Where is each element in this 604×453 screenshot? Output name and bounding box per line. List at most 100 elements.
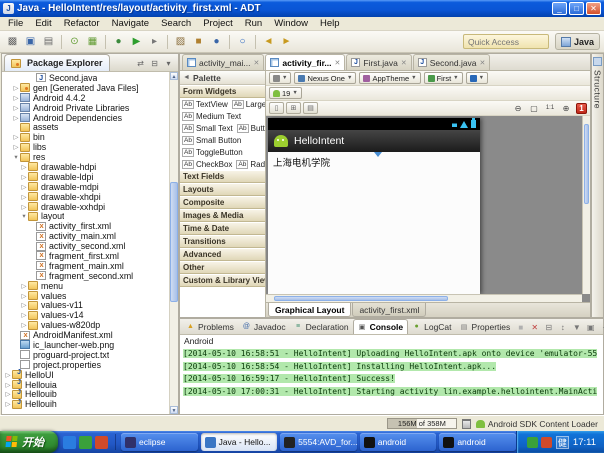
expand-arrow-icon[interactable]: ▷ <box>20 163 28 171</box>
canvas-vertical-scrollbar[interactable] <box>582 116 590 294</box>
android-sdk-manager-icon[interactable]: ⊙ <box>66 33 83 50</box>
zoom-in-icon[interactable]: ⊕ <box>559 102 573 114</box>
tree-item-hellouia[interactable]: ▷Hellouia <box>2 379 168 390</box>
scrollbar-thumb[interactable] <box>584 124 589 205</box>
pin-console-icon[interactable]: ▼ <box>570 321 583 333</box>
view-menu-icon[interactable]: ▾ <box>162 57 175 69</box>
palette-category-text-fields[interactable]: Text Fields <box>180 170 265 183</box>
tree-item-fragment-first-xml[interactable]: fragment_first.xml <box>2 250 168 261</box>
palette-header[interactable]: ◄ Palette <box>180 71 265 85</box>
expand-arrow-icon[interactable]: ▷ <box>20 311 28 319</box>
tree-item-second-java[interactable]: Second.java <box>2 73 168 83</box>
close-tab-icon[interactable]: ✕ <box>254 59 260 67</box>
theme-dropdown[interactable]: AppTheme ▼ <box>359 72 421 84</box>
tree-item-drawable-ldpi[interactable]: ▷ drawable-ldpi <box>2 172 168 182</box>
close-button[interactable]: ✕ <box>586 2 601 15</box>
expand-arrow-icon[interactable]: ▷ <box>12 143 20 151</box>
palette-item-textview[interactable]: Ab TextView <box>182 99 228 109</box>
palette-item-radiobutton[interactable]: AbRadioButton <box>236 159 265 169</box>
activity-dropdown[interactable]: First ▼ <box>423 72 463 84</box>
palette-category-time-date[interactable]: Time & Date <box>180 222 265 235</box>
expand-arrow-icon[interactable]: ▷ <box>20 282 28 290</box>
tree-item-project-properties[interactable]: project.properties <box>2 360 168 370</box>
avd-manager-icon[interactable]: ▦ <box>84 33 101 50</box>
tree-item-android-private-libraries[interactable]: ▷ Android Private Libraries <box>2 103 168 113</box>
menu-help[interactable]: Help <box>314 18 346 29</box>
tree-item-android-dependencies[interactable]: ▷ Android Dependencies <box>2 113 168 123</box>
package-explorer-scrollbar[interactable]: ▲ ▼ <box>169 72 178 414</box>
palette-category-custom-library-views[interactable]: Custom & Library Views <box>180 274 265 287</box>
scroll-up-icon[interactable]: ▲ <box>170 72 178 80</box>
antivirus-tray-icon[interactable] <box>540 436 552 448</box>
collapse-arrow-icon[interactable]: ▾ <box>12 153 20 161</box>
zoom-actual-icon[interactable]: 1:1 <box>543 102 557 114</box>
tree-item-activity-main-xml[interactable]: activity_main.xml <box>2 231 168 241</box>
menu-run[interactable]: Run <box>239 18 268 29</box>
console-output[interactable]: [2014-05-10 16:58:51 - HelloIntent] Uplo… <box>180 347 603 414</box>
terminate-icon[interactable]: ■ <box>514 321 527 333</box>
mode-tab-activity-first-xml[interactable]: activity_first.xml <box>352 303 427 317</box>
tree-item-android-4-4-2[interactable]: ▷ Android 4.4.2 <box>2 93 168 103</box>
editor-tab-activity-mai[interactable]: activity_mai... ✕ <box>182 54 265 70</box>
debug-icon[interactable]: ● <box>110 33 127 50</box>
package-explorer-tab[interactable]: Package Explorer <box>4 54 110 71</box>
design-surface[interactable]: HelloIntent 上海电机学院 <box>266 116 590 302</box>
tree-item-helloui[interactable]: ▷HelloUI <box>2 369 168 380</box>
view-tab-console[interactable]: ▣ Console <box>352 319 409 334</box>
expand-arrow-icon[interactable]: ▷ <box>4 390 12 398</box>
zoom-out-icon[interactable]: ⊖ <box>511 102 525 114</box>
run-icon[interactable]: ▶ <box>128 33 145 50</box>
device-dropdown[interactable]: Nexus One ▼ <box>294 72 357 84</box>
menu-window[interactable]: Window <box>268 18 314 29</box>
editor-tab-first-java[interactable]: J First.java ✕ <box>346 54 412 70</box>
scroll-lock-icon[interactable]: ↕ <box>556 321 569 333</box>
taskbar-button-5554-avd-for[interactable]: 5554:AVD_for... <box>280 433 357 451</box>
view-tab-problems[interactable]: ▲ Problems <box>182 319 238 334</box>
selection-handle-icon[interactable] <box>374 152 382 157</box>
window-titlebar[interactable]: J Java - HelloIntent/res/layout/activity… <box>0 0 604 17</box>
palette-category-composite[interactable]: Composite <box>180 196 265 209</box>
quick-access-input[interactable] <box>462 34 549 49</box>
maximize-button[interactable]: □ <box>569 2 584 15</box>
expand-arrow-icon[interactable]: ▷ <box>20 203 28 211</box>
tree-item-proguard-project-txt[interactable]: proguard-project.txt <box>2 350 168 360</box>
tree-item-ic-launcher-web-png[interactable]: ic_launcher-web.png <box>2 340 168 350</box>
close-tab-icon[interactable]: ✕ <box>401 59 407 67</box>
search-icon[interactable]: ○ <box>234 33 251 50</box>
tree-item-bin[interactable]: ▷ bin <box>2 132 168 142</box>
tree-item-drawable-mdpi[interactable]: ▷ drawable-mdpi <box>2 182 168 192</box>
tree-item-hellouih[interactable]: ▷Hellouih <box>2 399 168 410</box>
media-player-icon[interactable] <box>95 435 108 449</box>
palette-item-medium-text[interactable]: Ab Medium Text <box>182 111 241 121</box>
tree-item-menu[interactable]: ▷ menu <box>2 281 168 291</box>
tree-item-libs[interactable]: ▷ libs <box>2 142 168 152</box>
tree-item-androidmanifest-xml[interactable]: AndroidManifest.xml <box>2 330 168 340</box>
tree-item-layout[interactable]: ▾ layout <box>2 211 168 221</box>
network-tray-icon[interactable] <box>526 436 538 448</box>
taskbar-clock[interactable]: 17:11 <box>573 437 596 448</box>
tree-item-drawable-xxhdpi[interactable]: ▷ drawable-xxhdpi <box>2 202 168 212</box>
tree-item-fragment-second-xml[interactable]: fragment_second.xml <box>2 270 168 281</box>
palette-category-layouts[interactable]: Layouts <box>180 183 265 196</box>
expand-arrow-icon[interactable]: ▷ <box>12 104 20 112</box>
java-perspective-button[interactable]: Java <box>554 33 600 50</box>
external-tools-icon[interactable]: ▸ <box>146 33 163 50</box>
close-tab-icon[interactable]: ✕ <box>335 59 341 67</box>
new-wizard-icon[interactable]: ▩ <box>4 33 21 50</box>
app-content-area[interactable]: 上海电机学院 <box>268 152 480 294</box>
tree-item-values-v14[interactable]: ▷ values-v14 <box>2 310 168 320</box>
collapse-arrow-icon[interactable]: ▾ <box>20 212 28 220</box>
start-button[interactable]: 开始 <box>0 431 58 453</box>
heap-status-widget[interactable]: 156M of 358M <box>386 418 457 429</box>
error-count-badge[interactable]: 1 <box>576 102 587 114</box>
view-tab-javadoc[interactable]: @ Javadoc <box>238 319 290 334</box>
menu-project[interactable]: Project <box>197 18 239 29</box>
device-screen-preview[interactable]: HelloIntent 上海电机学院 <box>268 118 480 294</box>
editor-tab-second-java[interactable]: J Second.java ✕ <box>412 54 491 70</box>
expand-arrow-icon[interactable]: ▷ <box>20 183 28 191</box>
palette-item-checkbox[interactable]: Ab CheckBox <box>182 159 232 169</box>
menu-edit[interactable]: Edit <box>29 18 57 29</box>
new-class-icon[interactable]: ● <box>208 33 225 50</box>
tree-item-fragment-main-xml[interactable]: fragment_main.xml <box>2 260 168 271</box>
textview-widget[interactable]: 上海电机学院 <box>273 158 330 169</box>
